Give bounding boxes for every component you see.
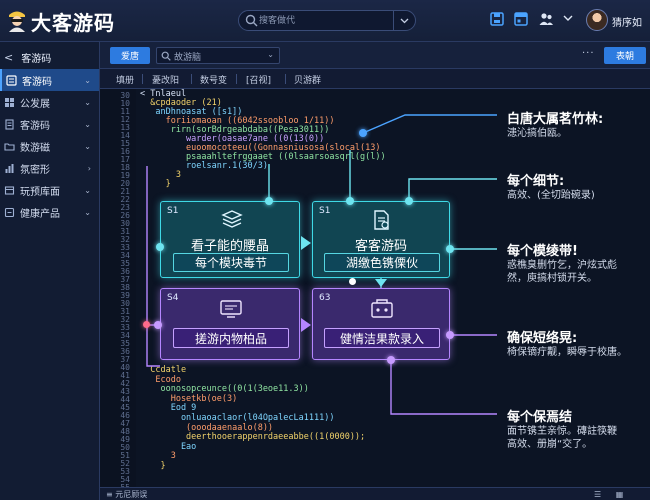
status-bar: ≡ 元尼顾误 ☰ ▦ ⚙ <box>100 487 650 500</box>
annotation-text: 椅保镝疔觏，瞬辱于校唐。 <box>507 347 627 358</box>
annotation-2: 每个细节: 高效、(全切跆碗录) <box>507 170 595 202</box>
node-dot <box>265 197 273 205</box>
arrow-down-icon <box>375 279 387 287</box>
node-dot <box>359 129 367 137</box>
annotation-5: 每个保焉结 面节镌芏亲惊。磚註筷鞭 高效、册崩“交了。 <box>507 406 617 451</box>
node-dot <box>446 245 454 253</box>
annotation-heading: 每个细节: <box>507 174 565 189</box>
annotation-text: 高效、册崩“交了。 <box>507 439 593 450</box>
node-dot <box>387 356 395 364</box>
annotation-1: 白唐大属茗竹林: 漶沁搞伯瓯。 <box>507 108 603 140</box>
node-dot <box>349 278 356 285</box>
annotation-heading: 每个保焉结 <box>507 410 573 425</box>
annotation-3: 每个模绫带! 惑樵臭删竹乞，沪炫式彪 然，庾搞村锁开关。 <box>507 240 617 285</box>
annotation-4: 确保短络晃: 椅保镝疔觏，瞬辱于校唐。 <box>507 327 627 359</box>
node-dot <box>154 321 162 329</box>
status-text: ≡ 元尼顾误 <box>106 490 148 499</box>
annotation-text: 高效、(全切跆碗录) <box>507 190 595 201</box>
annotation-heading: 确保短络晃: <box>507 331 578 346</box>
annotation-text: 惑樵臭删竹乞，沪炫式彪 <box>507 260 617 271</box>
arrow-right-icon <box>301 318 311 332</box>
node-dot <box>346 197 354 205</box>
annotation-heading: 白唐大属茗竹林: <box>507 112 604 127</box>
node-dot <box>143 321 150 328</box>
status-icons[interactable]: ☰ ▦ ⚙ <box>594 490 650 500</box>
annotation-heading: 每个模绫带! <box>507 244 578 259</box>
annotation-text: 然，庾搞村锁开关。 <box>507 273 597 284</box>
annotation-text: 漶沁搞伯瓯。 <box>507 128 567 139</box>
arrow-right-icon <box>301 236 311 250</box>
node-dot <box>405 197 413 205</box>
node-dot <box>156 243 164 251</box>
node-dot <box>446 331 454 339</box>
annotation-text: 面节镌芏亲惊。磚註筷鞭 <box>507 426 617 437</box>
